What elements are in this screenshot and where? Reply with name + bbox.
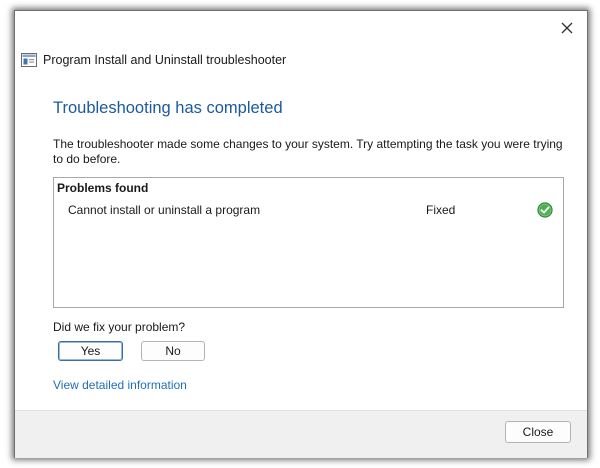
list-item[interactable]: Cannot install or uninstall a program Fi…: [54, 202, 563, 220]
yes-button[interactable]: Yes: [58, 341, 123, 361]
problem-status: Fixed: [426, 203, 456, 217]
problem-name: Cannot install or uninstall a program: [68, 203, 261, 217]
footer-bar: Close: [15, 410, 587, 458]
window-title: Program Install and Uninstall troublesho…: [43, 53, 287, 67]
problems-found-header: Problems found: [57, 181, 149, 195]
troubleshooter-window: Program Install and Uninstall troublesho…: [14, 10, 588, 458]
check-circle-icon: [537, 202, 553, 218]
no-button[interactable]: No: [141, 341, 205, 361]
page-title: Troubleshooting has completed: [53, 99, 283, 117]
screenshot-canvas: Program Install and Uninstall troublesho…: [0, 0, 600, 468]
troubleshooter-app-icon: [21, 53, 37, 67]
close-icon[interactable]: [559, 20, 575, 36]
title-bar: Program Install and Uninstall troublesho…: [21, 51, 286, 69]
close-button[interactable]: Close: [505, 421, 571, 443]
feedback-question: Did we fix your problem?: [53, 320, 186, 334]
view-detailed-information-link[interactable]: View detailed information: [53, 378, 187, 392]
problems-found-list: Problems found Cannot install or uninsta…: [53, 177, 564, 308]
result-description: The troubleshooter made some changes to …: [53, 137, 563, 166]
